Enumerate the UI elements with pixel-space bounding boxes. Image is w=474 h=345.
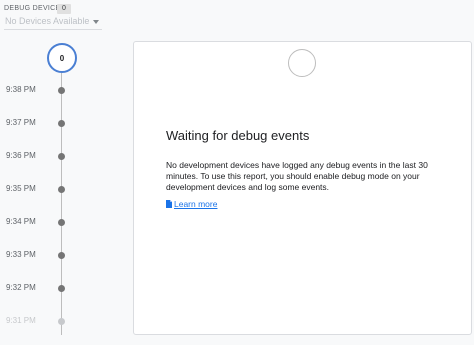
timeline-tick[interactable]: 9:31 PM — [0, 315, 68, 327]
timeline-time-label: 9:38 PM — [6, 85, 36, 94]
timeline-tick[interactable]: 9:32 PM — [0, 282, 68, 294]
card-description: No development devices have logged any d… — [166, 160, 428, 192]
timeline-tick[interactable]: 9:35 PM — [0, 183, 68, 195]
timeline-dot — [58, 120, 65, 127]
timeline-time-label: 9:37 PM — [6, 118, 36, 127]
timeline-tick[interactable]: 9:34 PM — [0, 216, 68, 228]
debug-device-label: DEBUG DEVICE — [4, 5, 61, 12]
timeline-line — [61, 73, 62, 335]
debug-events-card: Waiting for debug events No development … — [133, 41, 472, 335]
timeline-time-label: 9:35 PM — [6, 184, 36, 193]
timeline-dot — [58, 153, 65, 160]
timeline-dot — [58, 285, 65, 292]
timeline-time-label: 9:33 PM — [6, 250, 36, 259]
timeline-tick[interactable]: 9:33 PM — [0, 249, 68, 261]
caret-down-icon — [93, 20, 99, 24]
timeline-dot — [58, 252, 65, 259]
device-select[interactable]: No Devices Available — [4, 15, 102, 30]
learn-more-link[interactable]: Learn more — [166, 199, 217, 209]
timeline-dot — [58, 219, 65, 226]
timeline-time-label: 9:34 PM — [6, 217, 36, 226]
debug-device-bar: DEBUG DEVICE 0 No Devices Available — [4, 2, 104, 30]
device-count-badge: 0 — [57, 4, 71, 14]
timeline-time-label: 9:36 PM — [6, 151, 36, 160]
timeline-time-label: 9:31 PM — [6, 316, 36, 325]
card-title: Waiting for debug events — [166, 128, 310, 143]
timeline-dot — [58, 87, 65, 94]
empty-state-circle — [288, 49, 316, 77]
timeline-dot — [58, 186, 65, 193]
document-icon — [166, 200, 172, 208]
event-count-circle[interactable]: 0 — [47, 43, 77, 73]
timeline-tick[interactable]: 9:37 PM — [0, 117, 68, 129]
timeline-tick[interactable]: 9:36 PM — [0, 150, 68, 162]
device-select-value: No Devices Available — [5, 16, 90, 26]
timeline-time-label: 9:32 PM — [6, 283, 36, 292]
timeline-tick[interactable]: 9:38 PM — [0, 84, 68, 96]
learn-more-label: Learn more — [174, 199, 218, 209]
timeline-dot — [58, 318, 65, 325]
